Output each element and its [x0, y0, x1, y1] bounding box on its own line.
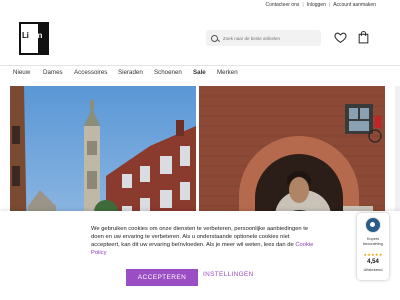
site-logo[interactable]: Li en — [19, 22, 49, 55]
contact-link[interactable]: Contacteer ons — [265, 2, 299, 8]
badge-seal-center — [370, 222, 375, 227]
search-bar[interactable] — [206, 30, 321, 46]
cookie-banner: We gebruiken cookies om onze diensten te… — [0, 211, 400, 300]
accept-cookies-button[interactable]: ACCEPTEREN — [126, 269, 198, 286]
nav-item-nieuw[interactable]: Nieuw — [13, 69, 30, 76]
register-link[interactable]: Account aanmaken — [333, 2, 376, 8]
badge-seal-icon — [365, 217, 381, 233]
nav-item-sale[interactable]: Sale — [193, 69, 206, 76]
cookie-text: We gebruiken cookies om onze diensten te… — [91, 226, 309, 248]
nav-item-merken[interactable]: Merken — [217, 69, 238, 76]
shopping-bag-icon[interactable] — [358, 31, 369, 44]
cookie-settings-button[interactable]: INSTELLINGEN — [203, 271, 254, 278]
review-badge[interactable]: Kopers beoordeling ★★★★★ 4,54 Uitstekend — [357, 213, 389, 280]
badge-rating-word: Uitstekend — [363, 267, 383, 272]
badge-stars: ★★★★★ — [363, 252, 383, 257]
nav-item-accessoires[interactable]: Accessoires — [74, 69, 107, 76]
search-icon[interactable] — [211, 34, 218, 42]
badge-label-bottom: beoordeling — [363, 242, 383, 246]
site-header: Contacteer ons | Inloggen | Account aanm… — [0, 0, 400, 66]
cookie-message: We gebruiken cookies om onze diensten te… — [91, 226, 316, 258]
nav-item-sieraden[interactable]: Sieraden — [118, 69, 143, 76]
separator: | — [302, 2, 304, 8]
search-input[interactable] — [223, 35, 321, 41]
logo-text-dark: Li — [22, 31, 29, 40]
nav-item-dames[interactable]: Dames — [43, 69, 63, 76]
separator: | — [328, 2, 331, 8]
login-link[interactable]: Inloggen — [307, 2, 326, 8]
main-nav: Nieuw Dames Accessoires Sieraden Schoene… — [0, 66, 400, 80]
nav-item-schoenen[interactable]: Schoenen — [154, 69, 182, 76]
heart-icon[interactable] — [334, 31, 347, 44]
logo-text-light: en — [33, 31, 43, 40]
badge-label-top: Kopers — [366, 237, 380, 241]
badge-score: 4,54 — [367, 259, 379, 265]
utility-links: Contacteer ons | Inloggen | Account aanm… — [265, 2, 376, 8]
